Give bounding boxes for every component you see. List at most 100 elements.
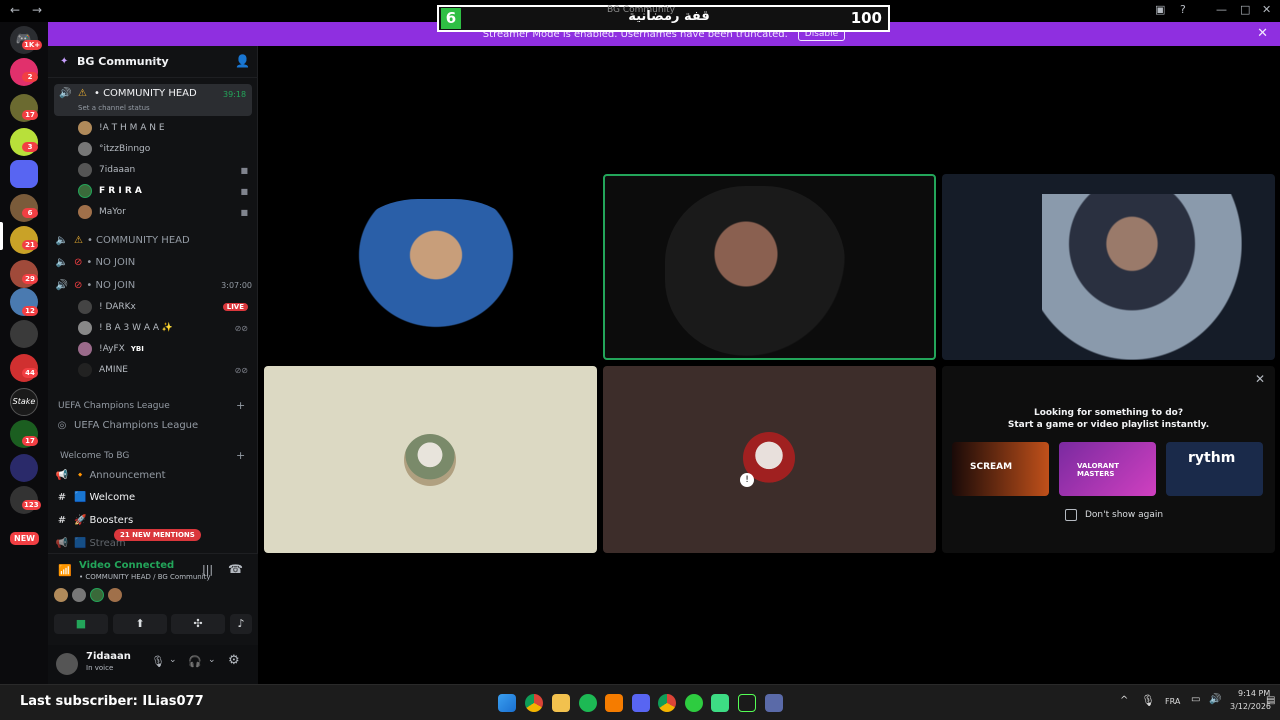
voice-timer: 39:18	[223, 90, 247, 99]
video-tile[interactable]	[942, 174, 1275, 360]
guild-badge: 21	[22, 240, 38, 250]
close-icon[interactable]: ✕	[1255, 372, 1265, 386]
minimize-icon[interactable]: —	[1216, 3, 1227, 16]
avatar	[78, 184, 92, 198]
add-channel-icon[interactable]: +	[236, 449, 245, 462]
avatar	[108, 588, 122, 602]
chrome-icon[interactable]	[525, 694, 543, 712]
tray-chevron-icon[interactable]: ^	[1120, 695, 1128, 706]
back-arrow-icon[interactable]: ←	[10, 3, 20, 17]
chevron-down-icon[interactable]: ⌄	[169, 655, 177, 665]
text-channel[interactable]: # 🚀 Boosters	[54, 509, 252, 531]
voice-channel-active[interactable]: 🔊 ⚠ • COMMUNITY HEAD 39:18 Set a channel…	[54, 84, 252, 116]
activity-card-rythm[interactable]: rythm	[1166, 442, 1263, 496]
video-tile[interactable]	[264, 174, 597, 360]
voice-user[interactable]: !A T H M A N E	[78, 118, 248, 138]
gear-icon[interactable]: ⚙	[228, 653, 240, 668]
chevron-down-icon[interactable]: ⌄	[208, 655, 216, 665]
soundboard-button[interactable]: ♪	[230, 614, 252, 634]
activities-button[interactable]: ✣	[171, 614, 225, 634]
screenshare-button[interactable]: ⬆	[113, 614, 167, 634]
disconnect-icon[interactable]: ☎	[228, 562, 243, 576]
close-window-icon[interactable]: ✕	[1262, 3, 1271, 16]
microphone-icon[interactable]: 🎙	[151, 655, 165, 668]
notification-icon[interactable]: ▤	[1266, 695, 1275, 706]
voice-user[interactable]: °itzzBinngo	[78, 139, 248, 159]
voice-channel[interactable]: 🔊 ⊘ • NO JOIN 3:07:00	[54, 274, 252, 296]
guild-badge: 17	[22, 110, 38, 120]
voice-user[interactable]: !AyFX YBI	[78, 339, 248, 359]
voice-channel[interactable]: 🔈 ⚠ • COMMUNITY HEAD	[54, 229, 252, 251]
category-header[interactable]: Welcome To BG	[60, 451, 129, 461]
emoji-icon: 🔸	[74, 469, 87, 481]
voice-user-name: !A T H M A N E	[99, 123, 165, 133]
voice-user[interactable]: F R I R A ■	[78, 181, 248, 201]
warning-icon: ⚠	[74, 234, 83, 246]
voice-user[interactable]: 7idaaan ■	[78, 160, 248, 180]
chrome-icon[interactable]	[658, 694, 676, 712]
activity-card-valorant[interactable]: VALORANT MASTERS	[1059, 442, 1156, 496]
windows-start-icon[interactable]	[498, 694, 516, 712]
folder-icon[interactable]	[10, 160, 38, 188]
server-boost-icon: ✦	[60, 56, 69, 67]
activity-title: Looking for something to do?	[1033, 408, 1184, 418]
server-icon[interactable]	[10, 320, 38, 348]
camera-button[interactable]: ■	[54, 614, 108, 634]
stake-server-icon[interactable]: Stake	[10, 388, 38, 416]
add-channel-icon[interactable]: +	[236, 399, 245, 412]
app-icon[interactable]	[605, 694, 623, 712]
app-icon[interactable]	[765, 694, 783, 712]
maximize-icon[interactable]: □	[1240, 3, 1250, 16]
dont-show-checkbox[interactable]	[1065, 509, 1077, 521]
add-member-icon[interactable]: 👤	[235, 54, 250, 68]
video-feed	[346, 199, 526, 339]
forward-arrow-icon[interactable]: →	[32, 3, 42, 17]
text-channel[interactable]: # 🟦 Welcome	[54, 486, 252, 508]
video-feed	[1042, 194, 1242, 360]
channel-status-hint[interactable]: Set a channel status	[78, 104, 150, 112]
deafened-icon: ⊘⊘	[234, 365, 248, 375]
user-avatar[interactable]	[56, 653, 78, 675]
server-header[interactable]: ✦ BG Community ⌄ 👤	[48, 46, 258, 78]
guild-badge: 6	[22, 208, 38, 218]
connection-status: Video Connected	[79, 560, 175, 571]
category-header[interactable]: UEFA Champions League	[58, 401, 170, 411]
voice-user[interactable]: ! DARKx LIVE	[78, 297, 248, 317]
video-tile-speaking[interactable]	[603, 174, 936, 360]
speaker-icon: 🔊	[55, 279, 69, 291]
avatar-tile[interactable]: !	[603, 366, 936, 553]
volume-icon[interactable]: 🔊	[1209, 694, 1221, 705]
server-icon[interactable]	[10, 454, 38, 482]
windows-taskbar: Last subscriber: ILias077 ^ 🎙 FRA ▭ 🔊 9:…	[0, 684, 1280, 720]
spotify-icon[interactable]	[579, 694, 597, 712]
clock-date[interactable]: 3/12/2026	[1230, 702, 1271, 711]
connection-location[interactable]: • COMMUNITY HEAD / BG Community	[79, 573, 211, 581]
stage-channel[interactable]: ◎ UEFA Champions League	[54, 414, 252, 436]
microphone-icon[interactable]: 🎙	[1141, 694, 1155, 707]
app-icon[interactable]	[738, 694, 756, 712]
discord-icon[interactable]	[632, 694, 650, 712]
guild-badge: 2	[22, 72, 38, 82]
voice-user[interactable]: ! B A 3 W A A ✨ ⊘⊘	[78, 318, 248, 338]
channel-name: • COMMUNITY HEAD	[86, 234, 190, 246]
announcement-channel[interactable]: 📢 🔸 Announcement	[54, 464, 252, 486]
close-banner-icon[interactable]: ✕	[1257, 26, 1268, 41]
network-icon[interactable]: ▭	[1191, 694, 1200, 705]
app-icon[interactable]	[685, 694, 703, 712]
voice-user[interactable]: MaYor ■	[78, 202, 248, 222]
voice-channel[interactable]: 🔈 ⊘ • NO JOIN	[54, 251, 252, 273]
channel-name: Boosters	[89, 514, 134, 526]
file-explorer-icon[interactable]	[552, 694, 570, 712]
avatar-tile[interactable]	[264, 366, 597, 553]
language-indicator[interactable]: FRA	[1165, 697, 1180, 706]
inbox-icon[interactable]: ▣	[1155, 3, 1165, 16]
voice-user[interactable]: AMINE ⊘⊘	[78, 360, 248, 380]
headphones-icon[interactable]: 🎧	[188, 655, 202, 668]
noise-suppression-icon[interactable]: |||	[202, 563, 213, 576]
app-icon[interactable]	[711, 694, 729, 712]
new-mentions-badge[interactable]: 21 NEW MENTIONS	[114, 529, 201, 541]
avatar	[54, 588, 68, 602]
help-icon[interactable]: ?	[1180, 3, 1186, 16]
signal-icon[interactable]: 📶	[58, 564, 72, 577]
activity-card-scream[interactable]: SCREAM	[952, 442, 1049, 496]
